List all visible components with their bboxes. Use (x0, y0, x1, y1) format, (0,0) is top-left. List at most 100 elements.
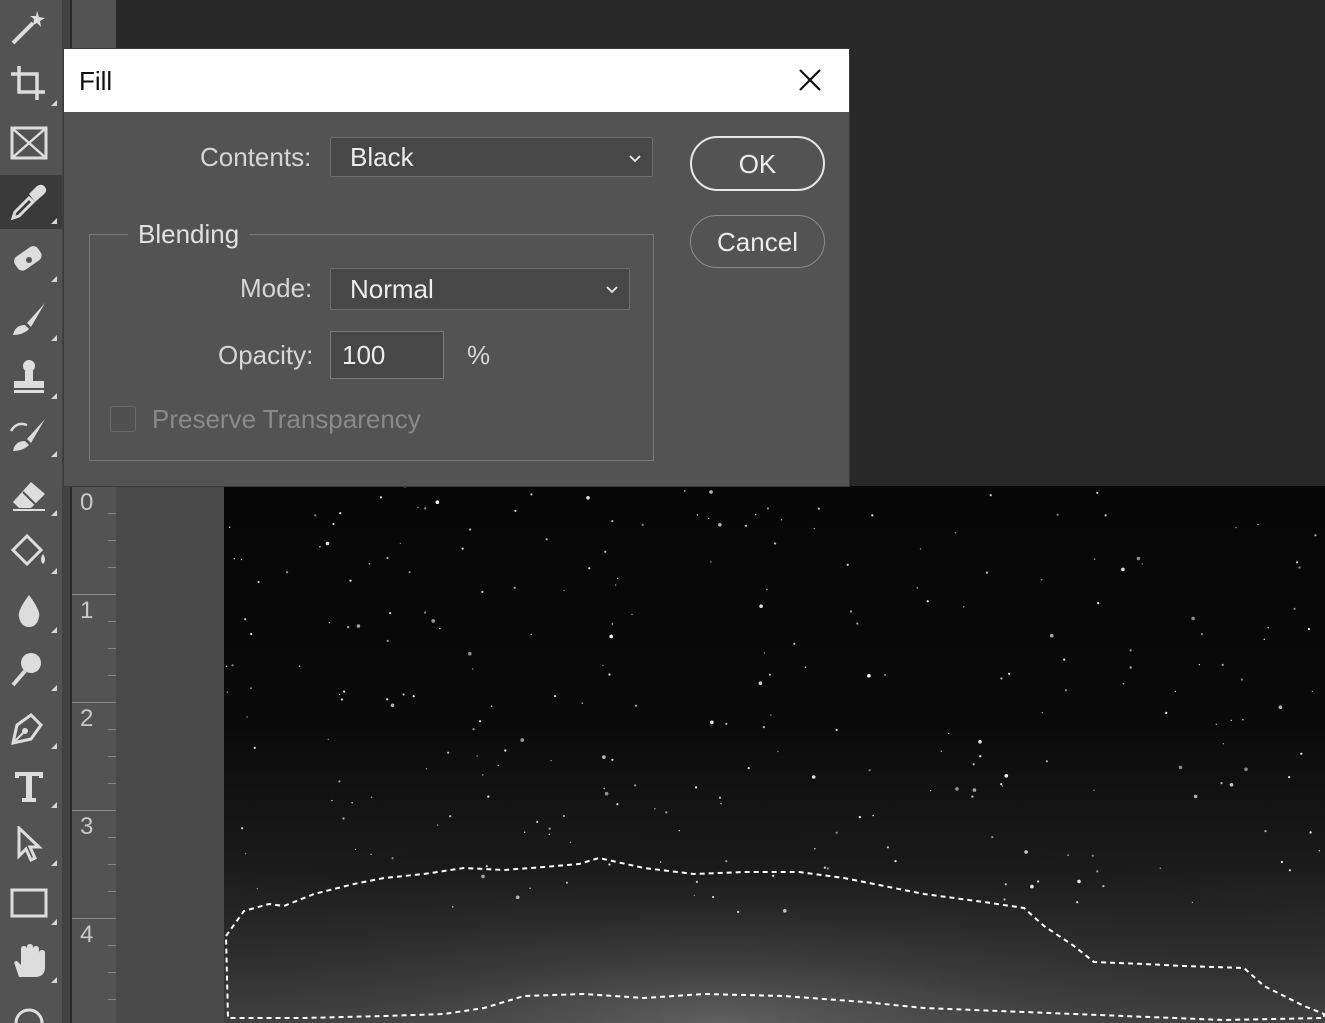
ruler-tick (108, 783, 116, 784)
star (370, 796, 373, 798)
star (814, 848, 816, 850)
star (256, 888, 258, 890)
tool-paint-bucket[interactable] (0, 525, 62, 579)
tool-rotate-view[interactable] (0, 992, 62, 1023)
tool-history-brush[interactable] (0, 408, 62, 462)
dialog-titlebar[interactable]: Fill (64, 49, 849, 112)
tool-magic-wand[interactable] (0, 0, 62, 54)
star (1221, 663, 1224, 666)
night-sky-image (224, 486, 1325, 1023)
star (1257, 523, 1259, 526)
image-canvas[interactable] (224, 486, 1325, 1023)
star (770, 714, 772, 716)
star (386, 639, 389, 642)
star (989, 494, 992, 497)
mode-select[interactable]: Normal (330, 268, 630, 310)
tool-hand[interactable] (0, 934, 62, 988)
tool-blur[interactable] (0, 584, 62, 638)
star (849, 610, 853, 613)
star (1056, 513, 1059, 516)
star (1064, 689, 1068, 692)
tool-eraser[interactable] (0, 467, 62, 521)
star (872, 814, 874, 817)
star (1001, 785, 1004, 787)
star (835, 831, 838, 834)
contents-select[interactable]: Black (330, 137, 653, 177)
star (469, 528, 472, 531)
ruler-tick (108, 567, 116, 568)
star (569, 841, 572, 843)
star (780, 519, 783, 521)
star (536, 820, 539, 823)
star (520, 738, 524, 742)
star (978, 740, 982, 744)
ruler-label: 3 (80, 813, 94, 840)
star (424, 507, 427, 510)
star (1077, 879, 1081, 884)
tool-crop[interactable] (0, 57, 62, 111)
star (1165, 711, 1168, 714)
star (608, 673, 611, 676)
star (710, 720, 714, 725)
star (1004, 883, 1007, 886)
tool-spot-healing[interactable] (0, 233, 62, 287)
toolbar (0, 0, 62, 1023)
cancel-button[interactable]: Cancel (690, 215, 825, 268)
ok-button[interactable]: OK (690, 136, 825, 191)
ruler-tick (72, 810, 116, 811)
star (490, 705, 493, 707)
tool-path-selection[interactable] (0, 817, 62, 871)
rectangle-icon (10, 888, 48, 918)
opacity-input[interactable]: 100 (330, 331, 444, 379)
star (1288, 776, 1291, 779)
star (245, 853, 247, 855)
star (351, 802, 353, 804)
star (758, 681, 763, 685)
star (846, 563, 849, 566)
star (871, 514, 874, 517)
star (257, 580, 260, 584)
star (331, 799, 333, 802)
star (766, 507, 770, 510)
opacity-value: 100 (342, 340, 386, 370)
star (529, 887, 531, 889)
crop-icon (11, 66, 45, 100)
star (604, 550, 607, 553)
star (766, 588, 768, 591)
tool-pen[interactable] (0, 700, 62, 754)
star (793, 642, 796, 645)
star (515, 895, 520, 900)
star (1129, 666, 1132, 669)
star (804, 666, 807, 668)
ruler-label: 4 (80, 921, 94, 948)
star (550, 759, 552, 762)
tool-eyedropper[interactable] (0, 175, 62, 229)
star (813, 527, 815, 530)
tool-frame[interactable] (0, 116, 62, 170)
star (349, 579, 352, 582)
close-button[interactable] (793, 63, 827, 97)
star (884, 674, 886, 676)
tool-clone-stamp[interactable] (0, 350, 62, 404)
star (991, 836, 994, 839)
ruler-tick (72, 486, 116, 487)
tool-dodge[interactable] (0, 642, 62, 696)
star (665, 811, 668, 814)
tool-rectangle[interactable] (0, 876, 62, 930)
star (231, 664, 234, 667)
preserve-transparency-checkbox[interactable] (110, 406, 136, 432)
star (391, 857, 394, 860)
mode-value: Normal (350, 274, 434, 304)
star (971, 795, 974, 798)
star (368, 563, 371, 565)
close-icon (799, 69, 821, 91)
star (340, 698, 343, 701)
tool-brush[interactable] (0, 292, 62, 346)
star (253, 746, 256, 749)
tool-type[interactable] (0, 759, 62, 813)
star (963, 606, 965, 608)
star (1067, 854, 1069, 856)
star (1003, 898, 1006, 901)
star (241, 827, 244, 830)
star (1104, 514, 1107, 517)
